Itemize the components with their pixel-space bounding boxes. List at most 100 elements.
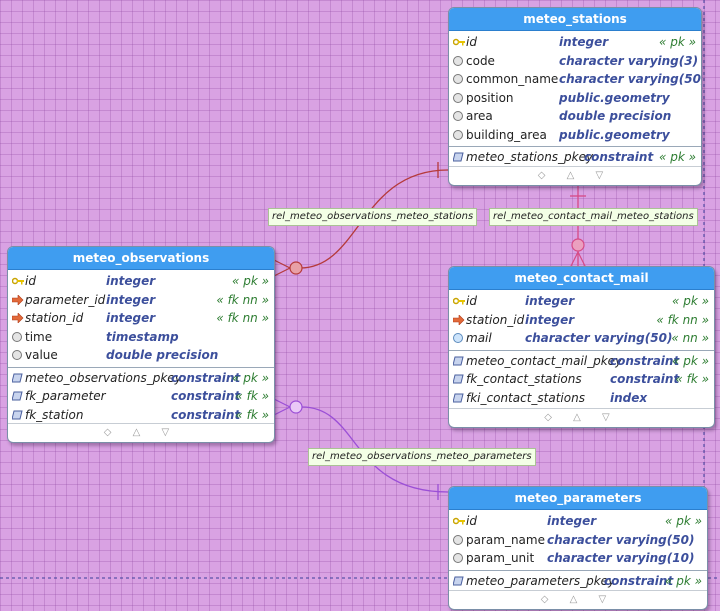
table-title[interactable]: meteo_contact_mail: [449, 267, 714, 290]
column-type: integer: [547, 514, 597, 528]
column-row[interactable]: id integer « pk »: [449, 512, 707, 531]
constraint-type: constraint: [604, 573, 674, 588]
column-list: id integer « pk » param_name character v…: [449, 510, 707, 568]
column-type: integer: [106, 292, 156, 307]
constraint-list: meteo_contact_mail_pkey constraint « pk …: [449, 352, 714, 408]
constraint-type: constraint: [171, 389, 241, 403]
constraint-key: « pk »: [664, 573, 702, 588]
column-dot-icon: [12, 350, 22, 360]
constraint-row[interactable]: meteo_observations_pkey constraint « pk …: [8, 369, 274, 388]
column-dot-icon: [453, 534, 463, 545]
constraint-key: « pk »: [231, 370, 269, 385]
table-title[interactable]: meteo_observations: [8, 247, 274, 270]
constraint-row[interactable]: meteo_contact_mail_pkey constraint « pk …: [449, 352, 714, 371]
rel-crowfoot-upper: [273, 259, 291, 269]
column-list: id integer « pk » station_id integer « f…: [449, 290, 714, 348]
column-name: time: [25, 329, 53, 344]
constraint-type: constraint: [584, 150, 654, 164]
constraint-key: « pk »: [658, 150, 696, 164]
expand-collapse-controls[interactable]: ◇ △ ▽: [8, 427, 274, 438]
column-row[interactable]: value double precision: [8, 346, 274, 365]
constraint-icon: [12, 410, 23, 419]
table-meteo-stations[interactable]: meteo_stations id integer « pk » code ch…: [448, 7, 702, 186]
constraint-list: meteo_parameters_pkey constraint « pk »: [449, 572, 707, 591]
key-icon: [453, 297, 465, 305]
column-row[interactable]: mail character varying(50) « nn »: [449, 329, 714, 348]
column-name: station_id: [466, 312, 525, 327]
table-meteo-parameters[interactable]: meteo_parameters id integer « pk » param…: [448, 486, 708, 610]
column-type: character varying(50): [525, 331, 673, 345]
constraint-key: « fk »: [235, 407, 269, 422]
expand-collapse-controls[interactable]: ◇ △ ▽: [449, 594, 707, 605]
column-row[interactable]: station_id integer « fk nn »: [8, 309, 274, 328]
expand-collapse-controls[interactable]: ◇ △ ▽: [449, 170, 701, 181]
column-row[interactable]: time timestamp: [8, 328, 274, 347]
column-row[interactable]: id integer « pk »: [449, 33, 701, 52]
column-row[interactable]: param_name character varying(50): [449, 531, 707, 550]
foreign-key-arrow-icon: [12, 294, 24, 305]
column-type: character varying(50): [547, 532, 695, 547]
column-row[interactable]: common_name character varying(50): [449, 70, 701, 89]
constraint-name: meteo_stations_pkey: [466, 150, 594, 164]
expand-collapse-controls[interactable]: ◇ △ ▽: [449, 412, 714, 423]
column-name: area: [466, 109, 493, 123]
constraint-row[interactable]: meteo_stations_pkey constraint « pk »: [449, 148, 701, 167]
table-title[interactable]: meteo_parameters: [449, 487, 707, 510]
section-divider: [449, 146, 701, 147]
constraint-icon: [12, 391, 23, 401]
column-name: id: [466, 294, 477, 308]
column-row[interactable]: id integer « pk »: [8, 272, 274, 291]
constraint-row[interactable]: fk_parameter constraint « fk »: [8, 387, 274, 406]
table-footer: ◇ △ ▽: [449, 408, 714, 427]
column-key: « pk »: [671, 294, 709, 308]
table-meteo-contact-mail[interactable]: meteo_contact_mail id integer « pk » sta…: [448, 266, 715, 428]
column-row[interactable]: parameter_id integer « fk nn »: [8, 291, 274, 310]
rel-crowfoot-param-upper: [273, 398, 291, 408]
column-row[interactable]: area double precision: [449, 107, 701, 126]
constraint-row[interactable]: fk_station constraint « fk »: [8, 406, 274, 425]
column-dot-blue-icon: [453, 333, 463, 343]
column-name: param_unit: [466, 551, 535, 565]
column-dot-icon: [453, 74, 463, 84]
constraint-name: fki_contact_stations: [466, 390, 585, 405]
column-key: « pk »: [658, 35, 696, 49]
relation-label-observations-parameters[interactable]: rel_meteo_observations_meteo_parameters: [308, 448, 536, 466]
constraint-name: meteo_contact_mail_pkey: [466, 353, 623, 368]
table-meteo-observations[interactable]: meteo_observations id integer « pk » par…: [7, 246, 275, 443]
column-row[interactable]: code character varying(3): [449, 52, 701, 71]
constraint-type: index: [610, 390, 648, 405]
column-name: param_name: [466, 532, 545, 547]
column-dot-icon: [12, 331, 22, 342]
index-icon: [453, 393, 464, 402]
column-type: public.geometry: [559, 127, 670, 142]
column-dot-icon: [453, 553, 463, 563]
column-dot-icon: [453, 129, 463, 140]
relation-label-observations-stations[interactable]: rel_meteo_observations_meteo_stations: [268, 208, 478, 226]
rel-crowfoot-param-lower: [273, 406, 291, 416]
constraint-name: fk_contact_stations: [466, 372, 582, 386]
constraint-name: fk_parameter: [25, 389, 106, 403]
column-row[interactable]: position public.geometry: [449, 89, 701, 108]
column-name: building_area: [466, 127, 547, 142]
constraint-row[interactable]: meteo_parameters_pkey constraint « pk »: [449, 572, 707, 591]
column-dot-icon: [453, 92, 463, 103]
column-type: integer: [525, 312, 575, 327]
column-row[interactable]: station_id integer « fk nn »: [449, 311, 714, 330]
diagram-canvas: rel_meteo_observations_meteo_stations re…: [0, 0, 720, 611]
column-row[interactable]: param_unit character varying(10): [449, 549, 707, 568]
column-row[interactable]: building_area public.geometry: [449, 126, 701, 145]
constraint-key: « fk »: [235, 389, 269, 403]
column-type: integer: [106, 311, 156, 325]
constraint-row[interactable]: fki_contact_stations index: [449, 389, 714, 408]
table-footer: ◇ △ ▽: [8, 423, 274, 442]
constraint-row[interactable]: fk_contact_stations constraint « fk »: [449, 370, 714, 389]
rel-optional-circle-contact: [571, 238, 585, 252]
constraint-key: « fk »: [675, 372, 709, 386]
constraint-type: constraint: [171, 370, 241, 385]
table-footer: ◇ △ ▽: [449, 166, 701, 185]
key-icon: [453, 38, 465, 46]
column-row[interactable]: id integer « pk »: [449, 292, 714, 311]
column-name: parameter_id: [25, 292, 106, 307]
table-title[interactable]: meteo_stations: [449, 8, 701, 31]
relation-label-contact-stations[interactable]: rel_meteo_contact_mail_meteo_stations: [489, 208, 698, 226]
